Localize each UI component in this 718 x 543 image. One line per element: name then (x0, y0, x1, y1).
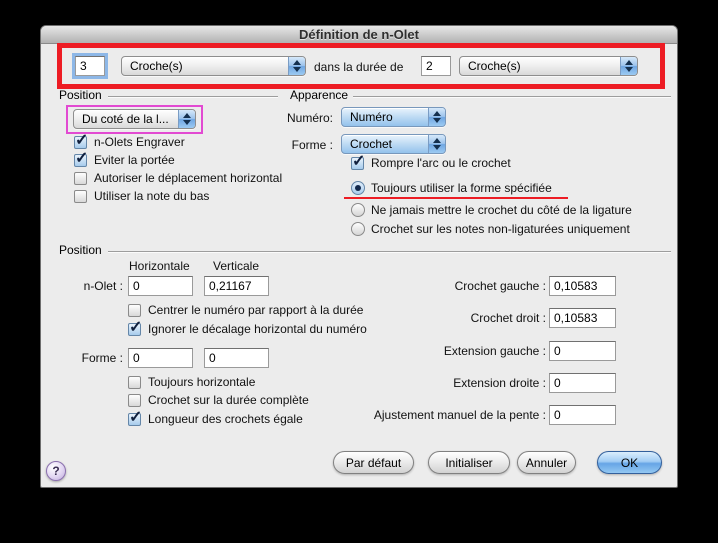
default-button[interactable]: Par défaut (333, 451, 414, 474)
never-bracket-beam-side-radio[interactable] (351, 203, 365, 217)
question-mark-icon: ? (52, 464, 59, 478)
duration-count-field[interactable] (421, 56, 451, 76)
always-flat-label: Toujours horizontale (148, 375, 255, 389)
in-duration-label: dans la durée de (314, 60, 403, 74)
group-divider (108, 96, 278, 97)
vertical-column-header: Verticale (213, 259, 259, 273)
allow-horizontal-drag-checkbox[interactable] (74, 172, 87, 185)
up-down-arrows-icon (288, 57, 305, 75)
shape-offset-label: Forme : (41, 351, 123, 365)
left-extension-label: Extension gauche : (341, 344, 546, 358)
ok-button[interactable]: OK (597, 451, 662, 474)
bracket-full-duration-label: Crochet sur la durée complète (148, 393, 309, 407)
up-down-arrows-icon (620, 57, 637, 75)
reset-button[interactable]: Initialiser (428, 451, 510, 474)
offset-group-title: Position (59, 243, 102, 257)
tuplet-count-field[interactable] (75, 56, 105, 76)
left-hook-label: Crochet gauche : (341, 279, 546, 293)
tuplet-offset-label: n-Olet : (41, 279, 123, 293)
number-popup[interactable]: Numéro (341, 107, 446, 127)
shape-vertical-field[interactable] (204, 348, 269, 368)
right-extension-field[interactable] (549, 373, 616, 393)
tuplet-horizontal-field[interactable] (128, 276, 193, 296)
allow-horizontal-drag-label: Autoriser le déplacement horizontal (94, 171, 282, 185)
horizontal-column-header: Horizontale (129, 259, 190, 273)
placement-popup[interactable]: Du coté de la l... (73, 109, 196, 129)
shape-label: Forme : (281, 138, 333, 152)
center-number-checkbox[interactable] (128, 304, 141, 317)
break-slur-bracket-checkbox[interactable] (351, 157, 364, 170)
position-group-title: Position (59, 88, 102, 102)
placement-popup-value: Du coté de la l... (74, 110, 178, 128)
manual-slope-field[interactable] (549, 405, 616, 425)
up-down-arrows-icon (428, 135, 445, 153)
avoid-staff-checkbox[interactable] (74, 154, 87, 167)
avoid-staff-label: Eviter la portée (94, 153, 175, 167)
tuplet-unit-popup-value: Croche(s) (122, 57, 288, 75)
manual-slope-label: Ajustement manuel de la pente : (341, 408, 546, 422)
equal-hooks-label: Longueur des crochets égale (148, 412, 303, 426)
group-divider (108, 251, 671, 252)
always-use-shape-label: Toujours utiliser la forme spécifiée (371, 181, 552, 195)
cancel-button[interactable]: Annuler (517, 451, 576, 474)
group-divider (353, 96, 671, 97)
tuplet-unit-popup[interactable]: Croche(s) (121, 56, 306, 76)
number-label: Numéro: (281, 111, 333, 125)
ignore-horizontal-offset-checkbox[interactable] (128, 323, 141, 336)
screenshot-canvas: Définition de n-Olet Croche(s) dans la d… (0, 0, 718, 543)
engraver-tuplets-label: n-Olets Engraver (94, 135, 185, 149)
bracket-unbeamed-only-radio[interactable] (351, 222, 365, 236)
bracket-unbeamed-only-label: Crochet sur les notes non-ligaturées uni… (371, 222, 630, 236)
duration-unit-popup-value: Croche(s) (460, 57, 620, 75)
use-bottom-note-checkbox[interactable] (74, 190, 87, 203)
duration-unit-popup[interactable]: Croche(s) (459, 56, 638, 76)
right-extension-label: Extension droite : (341, 376, 546, 390)
left-extension-field[interactable] (549, 341, 616, 361)
shape-horizontal-field[interactable] (128, 348, 193, 368)
always-flat-checkbox[interactable] (128, 376, 141, 389)
left-hook-field[interactable] (549, 276, 616, 296)
window-title-bar[interactable]: Définition de n-Olet (41, 26, 677, 44)
center-number-label: Centrer le numéro par rapport à la durée (148, 303, 363, 317)
ignore-horizontal-offset-label: Ignorer le décalage horizontal du numéro (148, 322, 367, 336)
tuplet-definition-dialog: Définition de n-Olet Croche(s) dans la d… (40, 25, 678, 488)
tuplet-vertical-field[interactable] (204, 276, 269, 296)
number-popup-value: Numéro (342, 108, 428, 126)
use-bottom-note-label: Utiliser la note du bas (94, 189, 209, 203)
never-bracket-beam-side-label: Ne jamais mettre le crochet du côté de l… (371, 203, 632, 217)
up-down-arrows-icon (178, 110, 195, 128)
up-down-arrows-icon (428, 108, 445, 126)
right-hook-field[interactable] (549, 308, 616, 328)
break-slur-bracket-label: Rompre l'arc ou le crochet (371, 156, 511, 170)
appearance-group-title: Apparence (290, 88, 348, 102)
annotation-red-underline (344, 197, 568, 199)
window-title: Définition de n-Olet (299, 27, 419, 42)
equal-hooks-checkbox[interactable] (128, 413, 141, 426)
bracket-full-duration-checkbox[interactable] (128, 394, 141, 407)
always-use-shape-radio[interactable] (351, 181, 365, 195)
right-hook-label: Crochet droit : (341, 311, 546, 325)
help-button[interactable]: ? (46, 461, 66, 481)
